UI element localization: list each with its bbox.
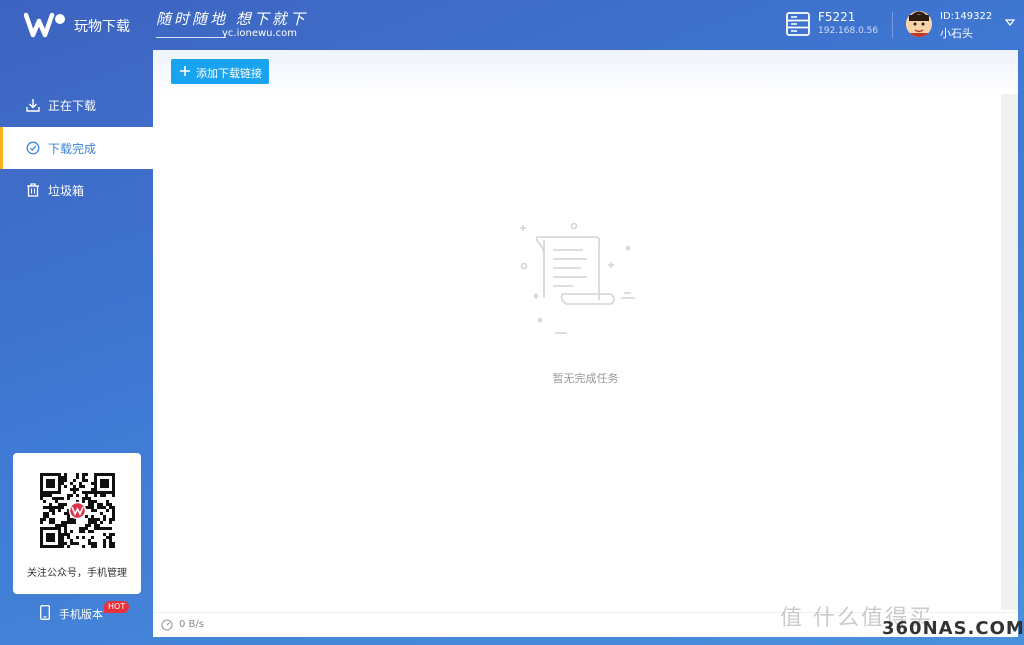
sidebar-item-completed[interactable]: 下载完成 (0, 127, 153, 169)
download-icon (26, 99, 40, 112)
empty-document-icon (520, 222, 635, 334)
server-icon[interactable] (786, 12, 810, 36)
avatar[interactable] (906, 11, 932, 37)
sidebar-item-trash[interactable]: 垃圾箱 (0, 169, 153, 211)
sidebar-item-label: 下载完成 (48, 142, 97, 156)
hot-badge: HOT (104, 601, 130, 613)
qr-card: 关注公众号，手机管理 (13, 453, 141, 594)
user-id: ID:149322 (940, 11, 993, 22)
server-name[interactable]: F5221 (818, 10, 855, 24)
main-panel: 添加下载链接 暂无完成任务 0 B/s (153, 50, 1018, 637)
qr-caption: 关注公众号，手机管理 (27, 568, 127, 579)
server-ip: 192.168.0.56 (818, 26, 879, 36)
qr-code-icon (40, 473, 115, 548)
check-circle-icon (26, 141, 40, 155)
mobile-version-label: 手机版本 (59, 608, 103, 621)
toolbar: 添加下载链接 (153, 50, 1018, 94)
header-divider (892, 12, 893, 38)
download-speed: 0 B/s (179, 619, 204, 630)
sidebar-item-downloading[interactable]: 正在下载 (0, 84, 153, 126)
add-download-link-label: 添加下载链接 (196, 67, 262, 80)
chevron-down-icon[interactable] (1005, 19, 1015, 27)
header: 玩物下载 随时随地 想下就下 yc.ionewu.com F5221 192.1… (0, 0, 1024, 50)
plus-icon (180, 66, 190, 76)
trash-icon (27, 183, 39, 197)
sidebar-item-label: 正在下载 (48, 99, 97, 113)
user-name[interactable]: 小石头 (940, 25, 973, 41)
phone-icon (40, 605, 50, 620)
slogan: 随时随地 想下就下 (156, 10, 308, 28)
speedometer-icon (161, 619, 173, 631)
empty-state-text: 暂无完成任务 (552, 372, 619, 385)
scrollbar[interactable] (1001, 94, 1018, 610)
add-download-link-button[interactable]: 添加下载链接 (171, 59, 269, 84)
watermark-360nas: 360NAS.COM (882, 618, 1024, 639)
sidebar-item-label: 垃圾箱 (48, 184, 85, 198)
app-logo-icon (24, 12, 65, 38)
avatar-face-icon (906, 11, 932, 37)
slogan-url: yc.ionewu.com (222, 28, 298, 39)
app-name: 玩物下载 (74, 19, 130, 35)
slogan-underline (156, 37, 226, 38)
